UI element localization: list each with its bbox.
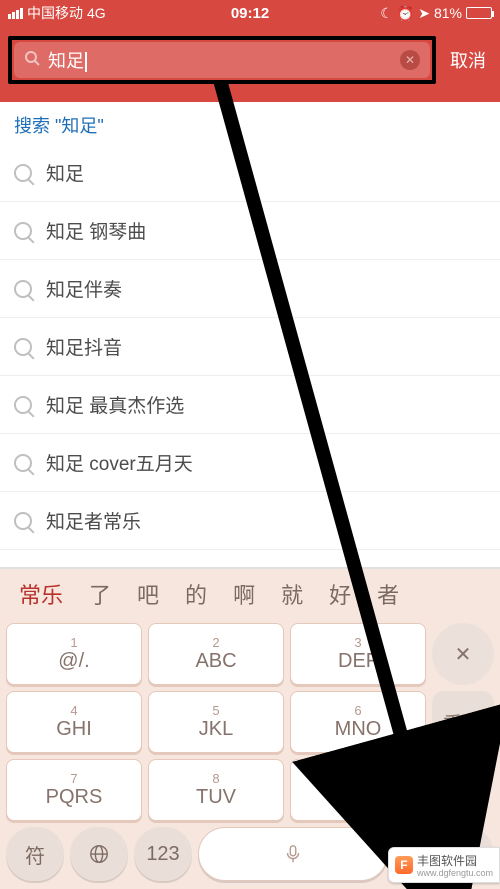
watermark-logo-icon: F — [395, 856, 413, 874]
suggestion-item[interactable]: 知足 — [0, 144, 500, 202]
search-input-value: 知足 — [48, 51, 84, 71]
suggestion-text: 知足者常乐 — [46, 507, 141, 534]
reenter-key[interactable]: 重输 — [432, 691, 494, 753]
search-header: 知足 ✕ 取消 — [0, 26, 500, 102]
suggestion-text: 知足 钢琴曲 — [46, 217, 146, 244]
location-icon: ➤ — [418, 5, 430, 22]
suggestion-item[interactable]: 知足伴奏 — [0, 260, 500, 318]
key-9[interactable]: 9WXYZ — [290, 759, 426, 821]
battery-icon — [466, 7, 492, 19]
candidate-item[interactable]: 好 — [316, 578, 364, 610]
suggestion-text: 知足 最真杰作选 — [46, 391, 184, 418]
suggestion-list: 知足 知足 钢琴曲 知足伴奏 知足抖音 知足 最真杰作选 知足 cover五月天… — [0, 144, 500, 550]
search-icon — [24, 50, 40, 71]
search-input[interactable]: 知足 — [48, 47, 392, 73]
key-4[interactable]: 4GHI — [6, 691, 142, 753]
status-right: ☾ ⏰ ➤ 81% — [380, 5, 492, 22]
status-left: 中国移动 4G — [8, 3, 106, 23]
search-box-highlight: 知足 ✕ — [8, 36, 436, 84]
suggestion-text: 知足伴奏 — [46, 275, 122, 302]
watermark-title: 丰图软件园 — [417, 854, 477, 868]
suggestion-item[interactable]: 知足 钢琴曲 — [0, 202, 500, 260]
suggestion-item[interactable]: 知足 最真杰作选 — [0, 376, 500, 434]
symbol-key[interactable]: 符 — [6, 827, 64, 881]
search-icon — [14, 454, 32, 472]
key-6[interactable]: 6MNO — [290, 691, 426, 753]
keyboard: 常乐 了 吧 的 啊 就 好 者 1@/. 2ABC 3DEF ✕ 4GHI 5… — [0, 567, 500, 889]
search-icon — [14, 222, 32, 240]
alarm-icon: ⏰ — [397, 5, 414, 22]
search-icon — [14, 280, 32, 298]
globe-icon — [88, 843, 110, 865]
mic-icon — [282, 843, 304, 865]
key-3[interactable]: 3DEF — [290, 623, 426, 685]
candidate-bar: 常乐 了 吧 的 啊 就 好 者 — [0, 569, 500, 619]
key-2[interactable]: 2ABC — [148, 623, 284, 685]
candidate-item[interactable]: 吧 — [124, 578, 172, 610]
network-label: 4G — [87, 5, 106, 21]
battery-pct: 81% — [434, 5, 462, 21]
suggestion-text: 知足 cover五月天 — [46, 449, 193, 476]
key-8[interactable]: 8TUV — [148, 759, 284, 821]
space-key[interactable] — [198, 827, 388, 881]
candidate-item[interactable]: 的 — [172, 578, 220, 610]
cancel-button[interactable]: 取消 — [444, 47, 492, 73]
candidate-item[interactable]: 了 — [76, 578, 124, 610]
number-key[interactable]: 123 — [134, 827, 192, 881]
moon-icon: ☾ — [380, 5, 393, 22]
suggestion-text: 知足 — [46, 159, 84, 186]
suggestion-item[interactable]: 知足 cover五月天 — [0, 434, 500, 492]
globe-key[interactable] — [70, 827, 128, 881]
search-icon — [14, 338, 32, 356]
key-1[interactable]: 1@/. — [6, 623, 142, 685]
candidate-item[interactable]: 者 — [364, 578, 412, 610]
status-bar: 中国移动 4G 09:12 ☾ ⏰ ➤ 81% — [0, 0, 500, 26]
search-icon — [14, 164, 32, 182]
key-7[interactable]: 7PQRS — [6, 759, 142, 821]
signal-icon — [8, 8, 23, 19]
watermark-url: www.dgfengtu.com — [417, 869, 493, 878]
candidate-item[interactable]: 常乐 — [6, 578, 76, 610]
key-grid: 1@/. 2ABC 3DEF ✕ 4GHI 5JKL 6MNO 重输 7PQRS… — [0, 619, 500, 821]
suggestion-text: 知足抖音 — [46, 333, 122, 360]
search-icon — [14, 512, 32, 530]
search-icon — [14, 396, 32, 414]
search-box[interactable]: 知足 ✕ — [14, 42, 430, 78]
delete-key[interactable]: ✕ — [432, 623, 494, 685]
suggestion-item[interactable]: 知足抖音 — [0, 318, 500, 376]
candidate-item[interactable]: 就 — [268, 578, 316, 610]
search-hint[interactable]: 搜索 "知足" — [0, 102, 500, 144]
key-5[interactable]: 5JKL — [148, 691, 284, 753]
clear-search-button[interactable]: ✕ — [400, 50, 420, 70]
carrier-label: 中国移动 — [27, 3, 83, 23]
suggestion-item[interactable]: 知足者常乐 — [0, 492, 500, 550]
watermark: F 丰图软件园 www.dgfengtu.com — [388, 847, 500, 883]
candidate-item[interactable]: 啊 — [220, 578, 268, 610]
text-cursor — [85, 52, 87, 72]
